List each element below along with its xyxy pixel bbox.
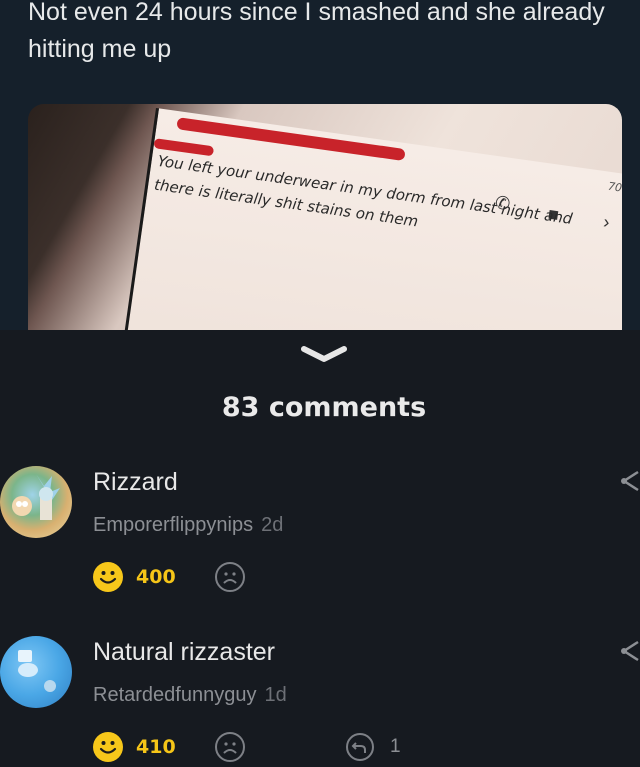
comment-item: Rizzard Emporerflippynips 2d 400 — [0, 462, 640, 602]
comment-title: Natural rizzaster — [93, 638, 275, 666]
upvote-count: 410 — [136, 736, 176, 758]
comment-meta: Emporerflippynips 2d — [93, 514, 283, 537]
upvote-count: 400 — [136, 566, 176, 588]
comment-time: 1d — [264, 684, 287, 706]
battery-level: 70% — [607, 179, 622, 197]
avatar[interactable] — [0, 636, 72, 708]
chevron-right-icon: › — [602, 211, 611, 233]
post-header: Not even 24 hours since I smashed and sh… — [0, 0, 640, 330]
post-image[interactable]: 70% ✆ ■ › You left your underwear in my … — [28, 104, 622, 330]
share-icon[interactable] — [618, 468, 640, 494]
avatar-art — [12, 474, 60, 520]
comment-meta: Retardedfunnyguy 1d — [93, 684, 287, 707]
downvote-frown-icon[interactable] — [215, 732, 245, 762]
comments-count-title: 83 comments — [221, 392, 427, 423]
upvote-smile-icon[interactable] — [93, 732, 123, 762]
share-icon[interactable] — [618, 638, 640, 664]
comment-title: Rizzard — [93, 468, 178, 496]
phone-screen: 70% ✆ ■ › You left your underwear in my … — [119, 108, 622, 330]
comment-username[interactable]: Emporerflippynips — [93, 514, 253, 536]
comment-item: Natural rizzaster Retardedfunnyguy 1d 410… — [0, 632, 640, 764]
reply-count: 1 — [390, 736, 401, 757]
upvote-smile-icon[interactable] — [93, 562, 123, 592]
text-message: You left your underwear in my dorm from … — [153, 151, 574, 231]
post-text: Not even 24 hours since I smashed and sh… — [28, 0, 605, 63]
avatar[interactable] — [0, 466, 72, 538]
comment-username[interactable]: Retardedfunnyguy — [93, 684, 256, 706]
comment-time: 2d — [261, 514, 284, 536]
collapse-chevron-icon[interactable] — [300, 345, 348, 365]
reply-icon[interactable] — [345, 732, 375, 762]
avatar-art — [18, 650, 56, 692]
downvote-frown-icon[interactable] — [215, 562, 245, 592]
